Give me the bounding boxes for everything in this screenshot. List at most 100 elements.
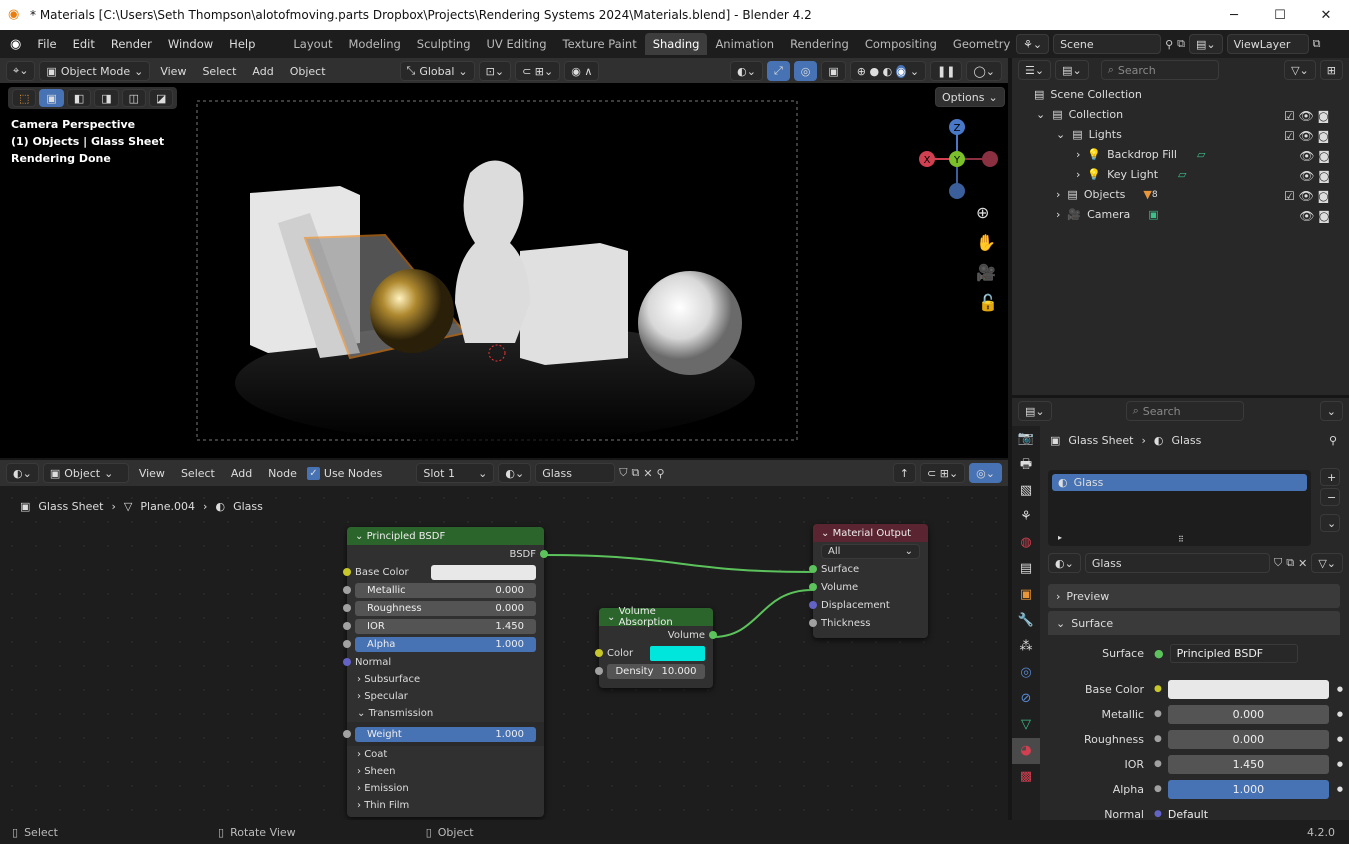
tab-rendering[interactable]: Rendering [782, 33, 857, 55]
scene-name-field[interactable]: Scene [1053, 34, 1162, 54]
blender-menu-icon[interactable]: ◉ [0, 37, 29, 52]
principled-bsdf-node[interactable]: ⌄ Principled BSDF BSDF Base Color Metall… [343, 527, 548, 817]
panel-subsurface[interactable]: › Subsurface [347, 671, 544, 688]
expand-icon[interactable]: ▸ [1058, 533, 1062, 542]
pivot-dropdown[interactable]: ⊡⌄ [478, 61, 512, 81]
3d-viewport[interactable]: ⬚ ▣ ◧ ◨ ◫ ◪ Options ⌄ Camera Perspective… [0, 83, 1008, 458]
pin-icon[interactable]: ⚲ [1329, 434, 1337, 447]
tab-constraints-icon[interactable]: ⊘ [1012, 686, 1040, 712]
add-slot-button[interactable]: + [1320, 468, 1340, 486]
socket-normal[interactable] [343, 658, 351, 666]
base-color-swatch[interactable] [431, 564, 536, 580]
socket-displacement[interactable] [809, 601, 817, 609]
material-slot-item[interactable]: ◐ Glass [1052, 474, 1307, 491]
menu-object[interactable]: Object [284, 65, 332, 78]
node-header[interactable]: ⌄ Volume Absorption [599, 606, 713, 628]
tab-texture-paint[interactable]: Texture Paint [555, 33, 645, 55]
socket-surface[interactable] [809, 565, 817, 573]
tab-render-icon[interactable]: 📷 [1012, 426, 1040, 452]
duplicate-icon[interactable]: ⧉ [1286, 556, 1294, 570]
display-mode-dropdown[interactable]: ▤⌄ [1055, 60, 1089, 80]
metallic-field[interactable]: 0.000 [1167, 704, 1329, 724]
surface-shader-field[interactable]: Principled BSDF [1169, 643, 1298, 663]
node-header[interactable]: ⌄ Material Output [813, 524, 928, 542]
proportional-edit-toggle[interactable]: ◉ ∧ [564, 61, 600, 81]
tab-collection-icon[interactable]: ▤ [1012, 556, 1040, 582]
shading-popover[interactable]: ◯⌄ [966, 61, 1002, 81]
node-header[interactable]: ⌄ Principled BSDF [347, 527, 544, 545]
remove-slot-button[interactable]: − [1320, 488, 1340, 506]
scene-icon[interactable]: ⚘⌄ [1016, 34, 1050, 54]
socket-bsdf[interactable] [540, 550, 548, 558]
tab-modeling[interactable]: Modeling [340, 33, 408, 55]
socket-base-color[interactable] [343, 568, 351, 576]
panel-surface[interactable]: ⌄ Surface [1048, 611, 1340, 635]
visibility-dropdown[interactable]: ◐⌄ [730, 61, 763, 81]
camera-view-icon[interactable]: 🎥 [976, 263, 996, 282]
material-name-field[interactable]: Glass [1084, 553, 1270, 573]
zoom-icon[interactable]: ⊕ [976, 203, 989, 222]
pause-render-button[interactable]: ❚❚ [930, 61, 963, 81]
node-canvas[interactable]: ▣ Glass Sheet › ▽ Plane.004 › ◐ Glass ⌄ Princ… [0, 486, 1008, 820]
unlink-icon[interactable]: ✕ [1298, 557, 1307, 570]
tab-modifier-icon[interactable]: 🔧 [1012, 608, 1040, 634]
tab-output-icon[interactable]: 🖶 [1012, 452, 1040, 478]
material-name-field[interactable]: Glass [535, 463, 616, 483]
alpha-field[interactable]: 1.000 [1167, 779, 1329, 799]
filter-dropdown[interactable]: ▽⌄ [1284, 60, 1316, 80]
tab-object-icon[interactable]: ▣ [1012, 582, 1040, 608]
menu-help[interactable]: Help [221, 37, 263, 51]
node-menu-view[interactable]: View [133, 467, 171, 480]
tab-shading[interactable]: Shading [644, 33, 708, 55]
panel-preview[interactable]: › Preview [1048, 584, 1340, 608]
properties-options[interactable]: ⌄ [1319, 401, 1343, 421]
new-view-layer-icon[interactable]: ⧉ [1313, 37, 1321, 51]
view-layer-field[interactable]: ViewLayer [1226, 34, 1309, 54]
base-color-field[interactable] [1167, 679, 1329, 699]
fake-user-icon[interactable]: ⛉ [619, 466, 627, 480]
xray-toggle[interactable]: ▣ [821, 61, 846, 81]
menu-view[interactable]: View [154, 65, 192, 78]
socket-volume-out[interactable] [709, 631, 717, 639]
tab-compositing[interactable]: Compositing [857, 33, 945, 55]
close-button[interactable]: ✕ [1303, 0, 1349, 30]
slot-dropdown[interactable]: Slot 1 ⌄ [416, 463, 495, 483]
material-output-node[interactable]: ⌄ Material Output All ⌄ Surface Volume Di… [809, 524, 928, 638]
pin-icon[interactable]: ⚲ [657, 467, 665, 480]
render-target-dropdown[interactable]: All ⌄ [821, 543, 920, 559]
menu-edit[interactable]: Edit [65, 37, 103, 51]
material-slot-list[interactable]: ◐ Glass ▸ ⠿ [1048, 470, 1311, 546]
volume-absorption-node[interactable]: ⌄ Volume Absorption Volume Color Density… [595, 606, 717, 688]
properties-editor-type[interactable]: ▤⌄ [1018, 401, 1052, 421]
unlink-material-icon[interactable]: ✕ [643, 467, 652, 480]
link-dropdown[interactable]: ▽⌄ [1311, 553, 1343, 573]
node-snap-toggle[interactable]: ⊂ ⊞⌄ [920, 463, 966, 483]
menu-render[interactable]: Render [103, 37, 160, 51]
resize-handle[interactable]: ⠿ [1178, 535, 1184, 544]
new-collection-button[interactable]: ⊞ [1319, 60, 1343, 80]
material-browse-button[interactable]: ◐⌄ [498, 463, 532, 483]
node-menu-add[interactable]: Add [225, 467, 258, 480]
tab-view-layer-icon[interactable]: ▧ [1012, 478, 1040, 504]
new-scene-icon[interactable]: ⧉ [1177, 37, 1185, 51]
outliner-editor-type[interactable]: ☰⌄ [1018, 60, 1052, 80]
alpha-field[interactable]: Alpha 1.000 [355, 636, 536, 652]
density-field[interactable]: Density 10.000 [607, 663, 705, 679]
ior-field[interactable]: IOR 1.450 [355, 618, 536, 634]
snap-toggle[interactable]: ⊂ ⊞⌄ [515, 61, 561, 81]
fake-user-icon[interactable]: ⛉ [1274, 556, 1282, 570]
view-layer-icon[interactable]: ▤⌄ [1189, 34, 1223, 54]
shading-modes[interactable]: ⊕ ● ◐ ◉ ⌄ [849, 61, 927, 81]
panel-thin-film[interactable]: › Thin Film [347, 797, 544, 814]
node-overlay-toggle[interactable]: ◎⌄ [969, 463, 1002, 483]
tab-physics-icon[interactable]: ◎ [1012, 660, 1040, 686]
panel-sheen[interactable]: › Sheen [347, 763, 544, 780]
menu-add[interactable]: Add [246, 65, 279, 78]
node-editor-type-button[interactable]: ◐⌄ [6, 463, 39, 483]
use-nodes-checkbox[interactable]: ✓ Use Nodes [306, 466, 382, 480]
orientation-dropdown[interactable]: ⤡ Global ⌄ [399, 61, 475, 81]
panel-specular[interactable]: › Specular [347, 688, 544, 705]
tab-data-icon[interactable]: ▽ [1012, 712, 1040, 738]
tab-texture-icon[interactable]: ▩ [1012, 764, 1040, 790]
tab-animation[interactable]: Animation [707, 33, 782, 55]
